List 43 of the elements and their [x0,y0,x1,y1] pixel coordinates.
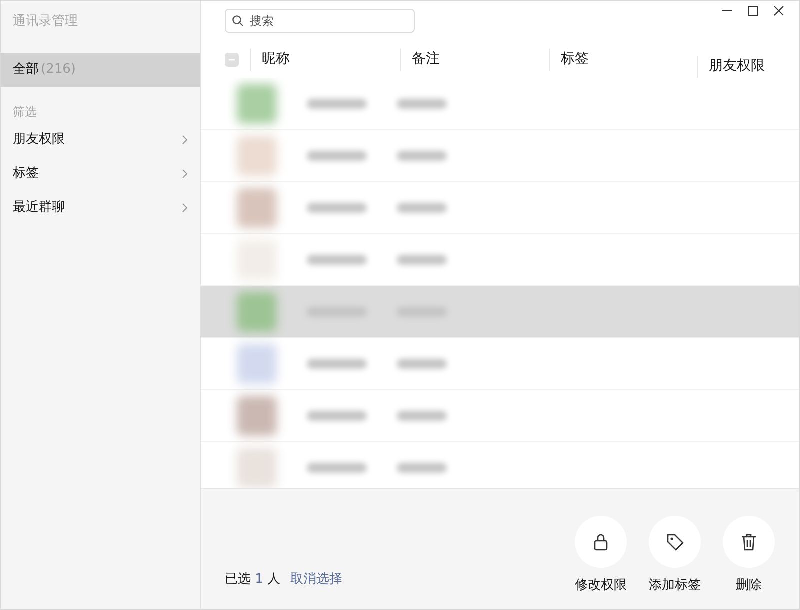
blurred-avatar-placeholder [237,396,277,436]
chevron-right-icon [182,135,188,145]
chevron-right-icon [182,169,188,179]
column-header: 朋友权限 [709,57,765,76]
filter-item[interactable]: 朋友权限 [13,130,65,150]
blurred-avatar-placeholder [237,292,277,332]
filter-item[interactable]: 最近群聊 [13,198,65,218]
blurred-avatar-placeholder [237,84,277,124]
chevron-right-icon [182,203,188,213]
blurred-text-placeholder [307,202,367,212]
blurred-text-placeholder [307,254,367,264]
sidebar-item[interactable]: 全部(216) [1,53,200,87]
blurred-text-placeholder [307,462,367,472]
maximize-icon[interactable] [747,5,759,17]
blurred-avatar-placeholder [237,188,277,228]
blurred-avatar-placeholder [237,344,277,384]
blurred-text-placeholder [397,358,447,368]
window-title: 通讯录管理 [12,13,79,31]
section-label: 筛选 [12,104,38,121]
blurred-text-placeholder [397,202,447,212]
blurred-text-placeholder [307,150,367,160]
column-header: 昵称 [262,50,290,69]
blurred-text-placeholder [397,98,447,108]
blurred-text-placeholder [307,410,367,420]
blurred-text-placeholder [397,462,447,472]
blurred-text-placeholder [397,410,447,420]
search-field[interactable]: 搜索 [225,9,415,33]
blurred-text-placeholder [397,254,447,264]
trash-icon [739,532,759,552]
filter-item[interactable]: 标签 [13,164,39,184]
close-icon[interactable] [773,5,785,17]
checkbox-icon[interactable] [225,52,239,66]
tag-icon [665,532,685,552]
selection-count: 已选 1 人 [225,572,281,586]
clear-selection-link[interactable]: 取消选择 [290,572,343,586]
table-row[interactable] [201,286,799,338]
column-header: 备注 [412,50,440,69]
column-header: 标签 [561,50,589,69]
blurred-text-placeholder [307,358,367,368]
blurred-text-placeholder [397,150,447,160]
search-icon [232,15,244,27]
blurred-avatar-placeholder [237,136,277,176]
blurred-text-placeholder [307,98,367,108]
